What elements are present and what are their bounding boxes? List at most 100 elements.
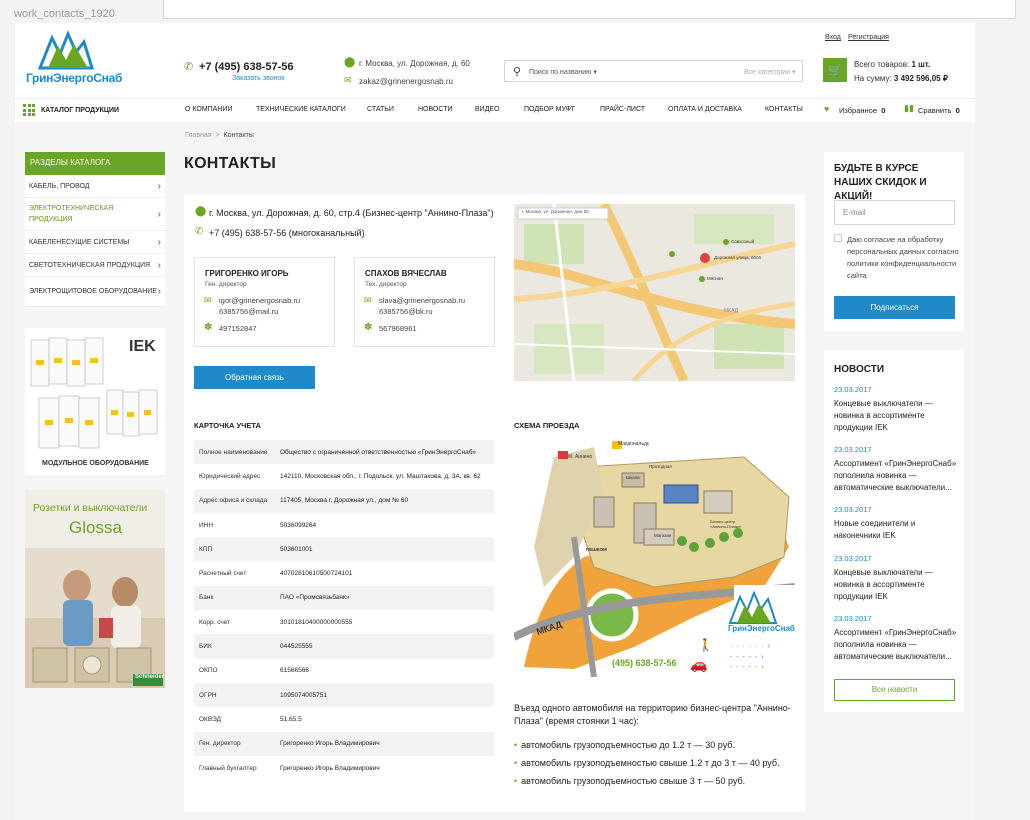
page-title: КОНТАКТЫ: [184, 155, 277, 172]
table-row: ОКПО 61566566: [199, 667, 309, 675]
map-label-1: Совхозный: [731, 239, 755, 244]
sidebar-item-switchboard[interactable]: Электрощитовое оборудование ›: [25, 277, 165, 307]
news-date: 23.03.2017: [834, 385, 872, 394]
header-email[interactable]: zakaz@grinenergosnab.ru: [359, 77, 453, 86]
nav-articles[interactable]: СТАТЬИ: [367, 106, 394, 113]
mail-icon: ✉: [364, 295, 372, 305]
cart-sum[interactable]: На сумму: 3 492 596,05 ₽: [854, 74, 948, 83]
office-phone[interactable]: +7 (495) 638-57-56 (многоканальный): [209, 228, 365, 238]
nav-couplings[interactable]: ПОДБОР МУФТ: [524, 106, 575, 113]
nav-catalogs[interactable]: ТЕХНИЧЕСКИЕ КАТАЛОГИ: [256, 106, 346, 113]
table-row: Адрес офиса и склада 117405, Москва г, До…: [194, 488, 494, 513]
chevron-right-icon: ›: [157, 286, 161, 297]
search-input[interactable]: Поиск по названию ▾: [529, 68, 597, 76]
scheme-label: Проходная: [649, 464, 672, 469]
compare-link[interactable]: Сравнить 0: [918, 106, 960, 115]
scheme-phone: (495) 638-57-56: [612, 658, 677, 668]
sidebar-item-cable[interactable]: Кабель, провод ›: [25, 175, 165, 198]
contact-email[interactable]: slava@grinenergosnab.ru: [379, 296, 465, 305]
nav-pricelist[interactable]: ПРАЙС-ЛИСТ: [600, 106, 645, 113]
people-photo: [25, 548, 165, 688]
scheme-label: Магазин: [654, 533, 672, 538]
map-label-2: Мясная: [707, 276, 723, 281]
sidebar-item-lighting[interactable]: Светотехническая продукция ›: [25, 254, 165, 277]
search-icon[interactable]: ⚲: [513, 65, 521, 78]
search-bar[interactable]: ⚲ Поиск по названию ▾ Все категории ▾: [504, 60, 803, 82]
nav-video[interactable]: ВИДЕО: [475, 106, 500, 113]
map-label-3: МКАД: [724, 308, 738, 314]
register-link[interactable]: Регистрация: [848, 34, 889, 41]
walk-route-legend: · · · · · · ›: [730, 643, 771, 650]
scheme-label: Бизнес-центр «Аннино-Плаза»: [710, 519, 741, 529]
news-title: НОВОСТИ: [834, 364, 885, 375]
compare-icon[interactable]: ▮▮: [904, 103, 914, 114]
banner-glossa-line2: Glossa: [69, 518, 122, 537]
car-route-legend: - - - - - ›: [730, 654, 765, 661]
news-date: 23.03.2017: [834, 554, 872, 563]
news-link[interactable]: Новые соединители и наконечники IEK: [834, 518, 959, 542]
table-row: ОГРН 1095074005751: [194, 682, 494, 708]
banner-glossa-line1: Розетки и выключатели: [33, 502, 148, 514]
map-image: [514, 204, 795, 381]
contact-email-2[interactable]: 6385756@mail.ru: [219, 307, 278, 316]
car-route-legend-2: - - - - - ›: [730, 664, 765, 671]
breadcrumb-home[interactable]: Главная: [185, 132, 212, 139]
news-link[interactable]: Ассортимент «ГринЭнергоСнаб» пополнила н…: [834, 458, 959, 494]
schneider-logo: Schneider: [135, 674, 165, 680]
cart-items[interactable]: Всего товаров: 1 шт.: [854, 60, 930, 69]
banner-glossa[interactable]: Розетки и выключатели Glossa Schneider: [25, 490, 165, 688]
cart-icon[interactable]: 🛒: [823, 58, 847, 82]
news-date: 23.03.2017: [834, 614, 872, 623]
nav-news[interactable]: НОВОСТИ: [418, 106, 453, 113]
company-card-table: Полное наименование Общество с ограниченн…: [194, 440, 494, 780]
contact-role: Тех. директор: [365, 281, 407, 288]
chevron-right-icon: ›: [157, 259, 161, 271]
contact-email-2[interactable]: 6385756@bk.ru: [379, 307, 433, 316]
all-news-button[interactable]: Все новости: [834, 679, 955, 701]
table-row: ИНН 5036099264: [199, 521, 317, 529]
sidebar-item-electrical[interactable]: Электротехническая продукция ›: [25, 198, 165, 231]
table-row: Корр. счет 30101810400000000555: [199, 618, 353, 626]
table-row: Расчетный счет 40702810610500724101: [199, 570, 353, 578]
nav-delivery[interactable]: ОПЛАТА И ДОСТАВКА: [668, 106, 742, 113]
map-search[interactable]: г. Москва, ул. Дорожная, дом 60: [522, 209, 589, 214]
pin-icon: ⬤: [195, 206, 207, 217]
rate-item: • автомобиль грузоподъемностью до 1.2 т —…: [514, 740, 735, 750]
consent-checkbox[interactable]: [834, 234, 842, 242]
scheme-label: Школа: [626, 475, 640, 480]
location-map[interactable]: г. Москва, ул. Дорожная, дом 60 Дорожная…: [514, 204, 795, 381]
catalog-sections-title: РАЗДЕЛЫ КАТАЛОГА: [25, 152, 165, 175]
card-title: КАРТОЧКА УЧЕТА: [194, 421, 261, 430]
subscribe-button[interactable]: Подписаться: [834, 296, 955, 319]
contact-icq: 497152847: [219, 324, 257, 333]
scheme-logo-icon: [728, 591, 778, 624]
search-category-select[interactable]: Все категории ▾: [744, 68, 795, 76]
rate-item: • автомобиль грузоподъемностью свыше 1.2 …: [514, 758, 780, 768]
banner-iek[interactable]: IEK МОДУЛЬНОЕ ОБОРУДОВАНИЕ: [25, 328, 165, 475]
news-link[interactable]: Ассортимент «ГринЭнергоСнаб» пополнила н…: [834, 627, 959, 663]
contact-card-director: ГРИГОРЕНКО ИГОРЬ Ген. директор ✉ igor@gr…: [194, 257, 335, 347]
feedback-button[interactable]: Обратная связь: [194, 366, 315, 389]
favorites-link[interactable]: Избранное 0: [839, 106, 885, 115]
entry-note: Въезд одного автомобиля на территорию би…: [514, 703, 791, 726]
logo-text[interactable]: ГринЭнергоСнаб: [26, 71, 122, 85]
news-date: 23.03.2017: [834, 505, 872, 514]
sidebar-item-cable-systems[interactable]: Кабеленесущие системы ›: [25, 231, 165, 254]
callback-link[interactable]: Заказать звонок: [232, 75, 284, 82]
nav-about[interactable]: О КОМПАНИИ: [185, 106, 232, 113]
breadcrumb-current: Контакты: [223, 132, 254, 139]
heart-icon[interactable]: ♥: [824, 104, 829, 114]
scheme-label: М. Аннино: [568, 454, 593, 460]
login-link[interactable]: Вход: [825, 34, 841, 41]
logo-icon[interactable]: [38, 30, 94, 70]
contact-icq: 567968961: [379, 324, 417, 333]
header-phone[interactable]: +7 (495) 638-57-56: [199, 61, 293, 73]
news-link[interactable]: Концевые выключатели — новинка в ассорти…: [834, 567, 959, 603]
nav-contacts[interactable]: КОНТАКТЫ: [765, 106, 803, 113]
catalog-button[interactable]: КАТАЛОГ ПРОДУКЦИИ: [23, 103, 119, 117]
mail-icon: ✉: [344, 75, 352, 85]
email-field[interactable]: E-mail: [834, 200, 955, 225]
contact-role: Ген. директор: [205, 281, 247, 288]
news-link[interactable]: Концевые выключатели — новинка в ассорти…: [834, 398, 959, 434]
contact-email[interactable]: igor@grinenergosnab.ru: [219, 296, 300, 305]
